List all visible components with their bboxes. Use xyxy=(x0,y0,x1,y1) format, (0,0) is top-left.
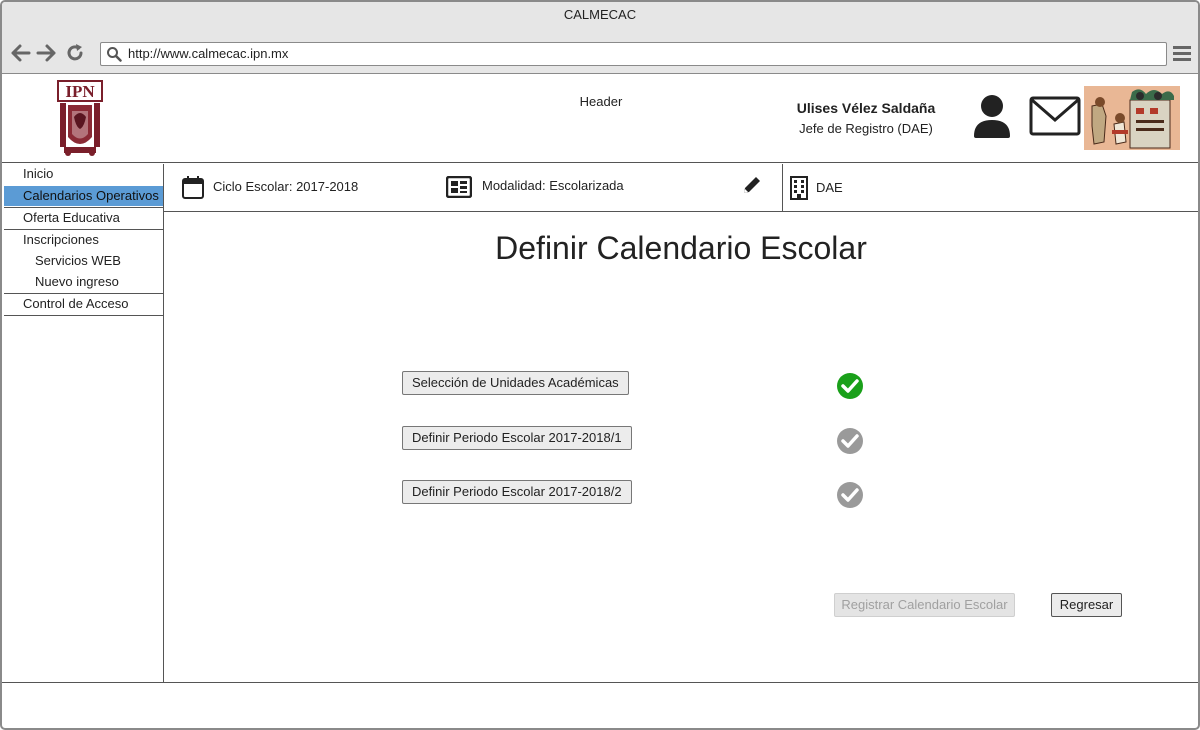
address-bar[interactable]: http://www.calmecac.ipn.mx xyxy=(100,42,1167,66)
hamburger-menu-icon[interactable] xyxy=(1173,44,1191,62)
browser-toolbar: http://www.calmecac.ipn.mx xyxy=(2,32,1198,74)
browser-window: CALMECAC http://www.calmecac.ipn.mx IPN … xyxy=(0,0,1200,730)
sidebar-item-servicios-web[interactable]: Servicios WEB xyxy=(4,251,163,271)
modalidad-text: Modalidad: Escolarizada xyxy=(482,178,624,193)
sidebar-item-inicio[interactable]: Inicio xyxy=(4,164,163,184)
check-pending-icon xyxy=(837,428,863,454)
sidebar-item-calendarios-operativos[interactable]: Calendarios Operativos xyxy=(4,186,163,206)
building-icon xyxy=(790,176,808,200)
ipn-logo: IPN xyxy=(57,80,103,156)
registrar-calendario-button[interactable]: Registrar Calendario Escolar xyxy=(834,593,1015,617)
sidebar-item-oferta-educativa[interactable]: Oferta Educativa xyxy=(4,208,163,228)
svg-text:IPN: IPN xyxy=(65,82,95,101)
main-content: Definir Calendario Escolar Selección de … xyxy=(164,212,1198,683)
ciclo-escolar-text: Ciclo Escolar: 2017-2018 xyxy=(213,179,359,194)
app-header: IPN Header Ulises Vélez Saldaña Jefe de … xyxy=(2,74,1198,163)
user-role: Jefe de Registro (DAE) xyxy=(799,121,933,136)
mail-icon[interactable] xyxy=(1029,96,1081,136)
header-label: Header xyxy=(579,94,623,109)
edit-pencil-icon[interactable] xyxy=(741,174,763,196)
footer-divider xyxy=(2,682,1198,683)
sidebar-item-nuevo-ingreso[interactable]: Nuevo ingreso xyxy=(4,272,163,292)
context-bar: Ciclo Escolar: 2017-2018 Modalidad: Esco… xyxy=(164,164,1198,212)
search-icon xyxy=(107,47,122,62)
window-title: CALMECAC xyxy=(2,2,1198,32)
modalidad-icon xyxy=(446,176,472,198)
definir-periodo-1-button[interactable]: Definir Periodo Escolar 2017-2018/1 xyxy=(402,426,632,450)
sidebar-item-inscripciones[interactable]: Inscripciones xyxy=(4,230,163,250)
page-title: Definir Calendario Escolar xyxy=(495,230,867,266)
check-pending-icon xyxy=(837,482,863,508)
check-complete-icon xyxy=(837,373,863,399)
url-text: http://www.calmecac.ipn.mx xyxy=(128,46,289,61)
codex-image xyxy=(1084,86,1180,150)
regresar-button[interactable]: Regresar xyxy=(1051,593,1122,617)
dependencia-text: DAE xyxy=(816,180,843,195)
context-bar-divider xyxy=(782,164,783,211)
sidebar-divider xyxy=(4,315,163,316)
sidebar-item-control-de-acceso[interactable]: Control de Acceso xyxy=(4,294,163,314)
definir-periodo-2-button[interactable]: Definir Periodo Escolar 2017-2018/2 xyxy=(402,480,632,504)
reload-icon[interactable] xyxy=(64,42,86,64)
user-name: Ulises Vélez Saldaña xyxy=(796,100,936,116)
forward-arrow-icon[interactable] xyxy=(35,42,57,64)
back-arrow-icon[interactable] xyxy=(10,42,32,64)
seleccion-unidades-button[interactable]: Selección de Unidades Académicas xyxy=(402,371,629,395)
sidebar-nav: Inicio Calendarios Operativos Oferta Edu… xyxy=(4,164,164,683)
calendar-icon xyxy=(182,176,204,199)
user-profile-icon[interactable] xyxy=(972,94,1012,138)
